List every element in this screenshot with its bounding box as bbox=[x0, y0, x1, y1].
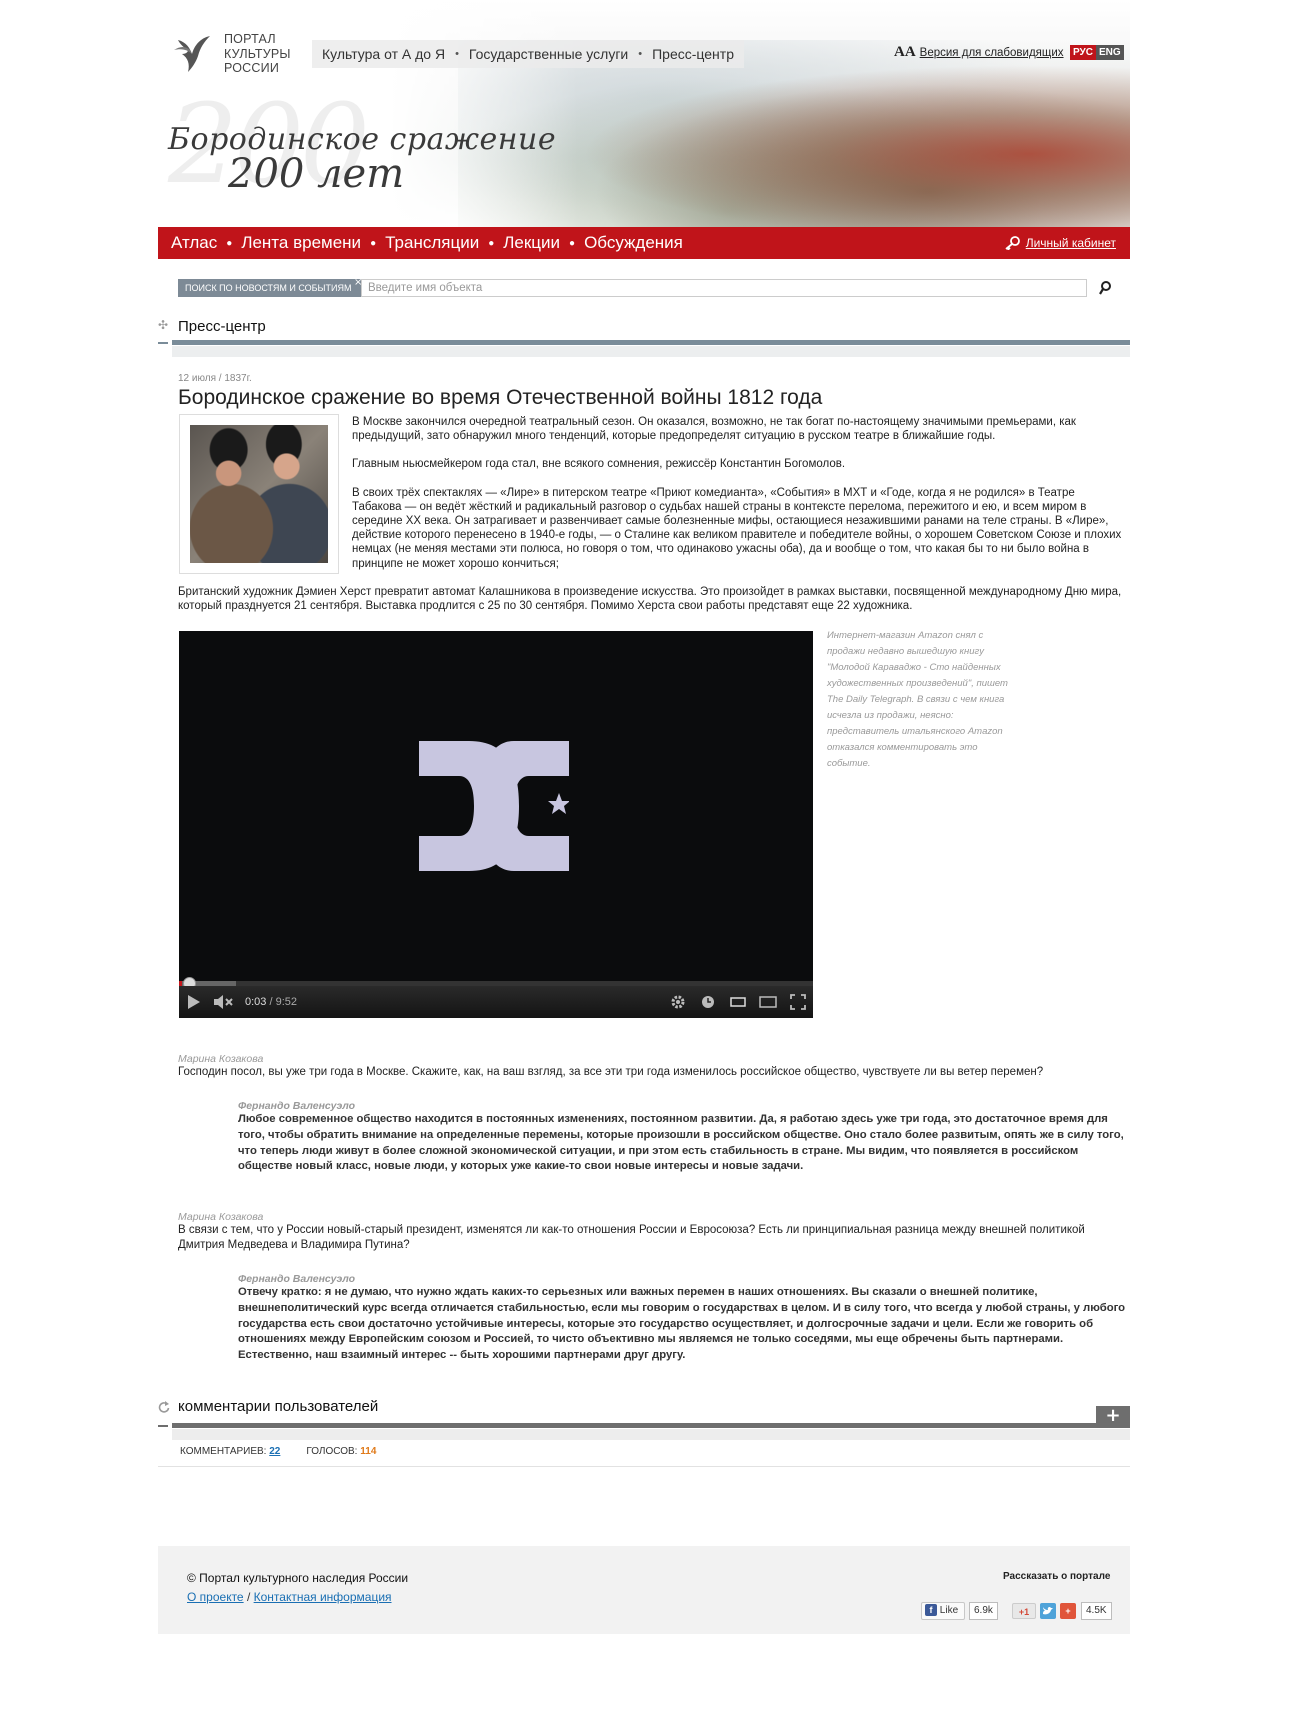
comments-stats: КОММЕНТАРИЕВ: 22 ГОЛОСОВ: 114 bbox=[180, 1446, 376, 1457]
share-title: Рассказать о портале bbox=[1003, 1571, 1111, 1582]
share-count: 4.5K bbox=[1081, 1602, 1112, 1620]
votes-label: ГОЛОСОВ: bbox=[306, 1446, 358, 1457]
lang-en-button[interactable]: ENG bbox=[1095, 45, 1124, 60]
nav-broadcasts[interactable]: Трансляции bbox=[385, 233, 479, 253]
google-plus-button[interactable]: +1 bbox=[1012, 1603, 1036, 1619]
interview-answer: Фернандо Валенсуэло Отвечу кратко: я не … bbox=[238, 1273, 1130, 1364]
lang-ru-button[interactable]: РУС bbox=[1070, 45, 1096, 60]
facebook-like-count: 6.9k bbox=[969, 1602, 998, 1620]
article-photo-frame bbox=[179, 414, 339, 574]
watch-later-clock-icon[interactable] bbox=[693, 986, 723, 1018]
interview-question: Марина Козакова Господин посол, вы уже т… bbox=[178, 1053, 1128, 1080]
comments-divider-shadow bbox=[172, 1429, 1130, 1440]
accessibility-link[interactable]: Версия для слабовидящих bbox=[920, 47, 1064, 59]
answer-text: Любое современное общество находится в п… bbox=[238, 1113, 1124, 1173]
comments-count-label: КОММЕНТАРИЕВ: bbox=[180, 1446, 267, 1457]
question-text: В связи с тем, что у России новый-старый… bbox=[178, 1224, 1085, 1251]
settings-gear-icon[interactable] bbox=[663, 986, 693, 1018]
article-title: Бородинское сражение во время Отечествен… bbox=[178, 386, 823, 409]
article-photo[interactable] bbox=[190, 425, 328, 563]
topnav-gov-services[interactable]: Государственные услуги bbox=[469, 46, 628, 62]
section-divider bbox=[172, 340, 1130, 345]
nav-separator: ● bbox=[370, 237, 377, 249]
main-navigation: Атлас ● Лента времени ● Трансляции ● Лек… bbox=[158, 227, 1130, 259]
top-navigation: Культура от А до Я • Государственные усл… bbox=[312, 40, 744, 68]
answer-author: Фернандо Валенсуэло bbox=[238, 1100, 356, 1112]
question-text: Господин посол, вы уже три года в Москве… bbox=[178, 1066, 1044, 1078]
about-project-link[interactable]: О проекте bbox=[187, 1590, 244, 1604]
nav-discussions[interactable]: Обсуждения bbox=[584, 233, 683, 253]
accessibility-version[interactable]: AA Версия для слабовидящих bbox=[894, 44, 1064, 61]
banner-title: Бородинское сражение 200 лет bbox=[168, 122, 557, 197]
portal-logo-text[interactable]: ПОРТАЛ КУЛЬТУРЫ РОССИИ bbox=[224, 32, 291, 76]
play-icon[interactable] bbox=[179, 986, 209, 1018]
article-body: В Москве закончился очередной театральны… bbox=[352, 415, 1127, 585]
fullscreen-icon[interactable] bbox=[783, 986, 813, 1018]
article-date: 12 июля / 1837г. bbox=[178, 373, 252, 384]
question-author: Марина Козакова bbox=[178, 1211, 264, 1223]
topnav-separator: • bbox=[455, 48, 459, 60]
article-paragraph: Главным ньюсмейкером года стал, вне всяк… bbox=[352, 458, 846, 471]
section-move-icon: ✣ bbox=[158, 318, 169, 332]
answer-text: Отвечу кратко: я не думаю, что нужно жда… bbox=[238, 1286, 1126, 1362]
votes-count: 114 bbox=[360, 1446, 377, 1457]
article-paragraph: В своих трёх спектаклях — «Лире» в питер… bbox=[352, 486, 1122, 570]
footer-links: О проекте / Контактная информация bbox=[187, 1590, 392, 1604]
mute-icon[interactable] bbox=[209, 986, 239, 1018]
article-paragraph: Британский художник Дэмиен Херст преврат… bbox=[178, 586, 1122, 613]
nav-timeline[interactable]: Лента времени bbox=[241, 233, 361, 253]
side-note: Интернет-магазин Amazon снял с продажи н… bbox=[827, 630, 1008, 769]
video-time: 0:03 / 9:52 bbox=[245, 996, 298, 1008]
nav-atlas[interactable]: Атлас bbox=[171, 233, 217, 253]
refresh-icon[interactable] bbox=[158, 1401, 170, 1413]
facebook-icon: f bbox=[925, 1604, 937, 1617]
topnav-separator: • bbox=[638, 48, 643, 60]
article-paragraph: В Москве закончился очередной театральны… bbox=[352, 416, 1076, 443]
interview-question: Марина Козакова В связи с тем, что у Рос… bbox=[178, 1211, 1128, 1253]
comments-title: комментарии пользователей bbox=[178, 1398, 379, 1415]
topnav-culture-a-z[interactable]: Культура от А до Я bbox=[322, 46, 445, 62]
personal-cabinet-link[interactable]: Личный кабинет bbox=[1004, 236, 1116, 250]
small-player-icon[interactable] bbox=[723, 986, 753, 1018]
answer-author: Фернандо Валенсуэло bbox=[238, 1273, 356, 1285]
font-size-icon: AA bbox=[894, 44, 916, 60]
twitter-icon[interactable] bbox=[1040, 1603, 1056, 1619]
interview-answer: Фернандо Валенсуэло Любое современное об… bbox=[238, 1100, 1130, 1175]
search-scope-label[interactable]: ПОИСК ПО НОВОСТЯМ И СОБЫТИЯМ bbox=[178, 279, 361, 297]
nav-separator: ● bbox=[488, 237, 495, 249]
divider bbox=[158, 1466, 1130, 1467]
dc-logo-icon: DC bbox=[419, 741, 569, 871]
contacts-link[interactable]: Контактная информация bbox=[254, 1590, 392, 1604]
large-player-icon[interactable] bbox=[753, 986, 783, 1018]
comments-divider bbox=[158, 1425, 168, 1427]
key-icon bbox=[1005, 236, 1020, 250]
video-player[interactable]: DC 0:03 / 9:52 bbox=[179, 631, 813, 1018]
share-plus-icon[interactable]: + bbox=[1060, 1603, 1076, 1619]
comments-divider bbox=[172, 1423, 1130, 1428]
nav-lectures[interactable]: Лекции bbox=[503, 233, 560, 253]
video-controls: 0:03 / 9:52 bbox=[179, 986, 813, 1018]
portal-logo-icon[interactable] bbox=[170, 30, 216, 76]
topnav-press-center[interactable]: Пресс-центр bbox=[652, 46, 734, 62]
question-author: Марина Козакова bbox=[178, 1053, 264, 1065]
language-switcher: РУС ENG bbox=[1070, 45, 1124, 60]
search-icon[interactable] bbox=[1098, 280, 1112, 296]
section-divider-shadow bbox=[172, 346, 1130, 357]
facebook-like-button[interactable]: f Like bbox=[921, 1602, 965, 1620]
footer-copyright: © Портал культурного наследия России bbox=[187, 1571, 409, 1585]
section-title: Пресс-центр bbox=[178, 318, 266, 335]
section-divider bbox=[158, 342, 168, 344]
search-input[interactable]: Введите имя объекта bbox=[361, 279, 1087, 297]
nav-separator: ● bbox=[569, 237, 576, 249]
comments-count-link[interactable]: 22 bbox=[269, 1446, 280, 1457]
nav-separator: ● bbox=[226, 237, 233, 249]
